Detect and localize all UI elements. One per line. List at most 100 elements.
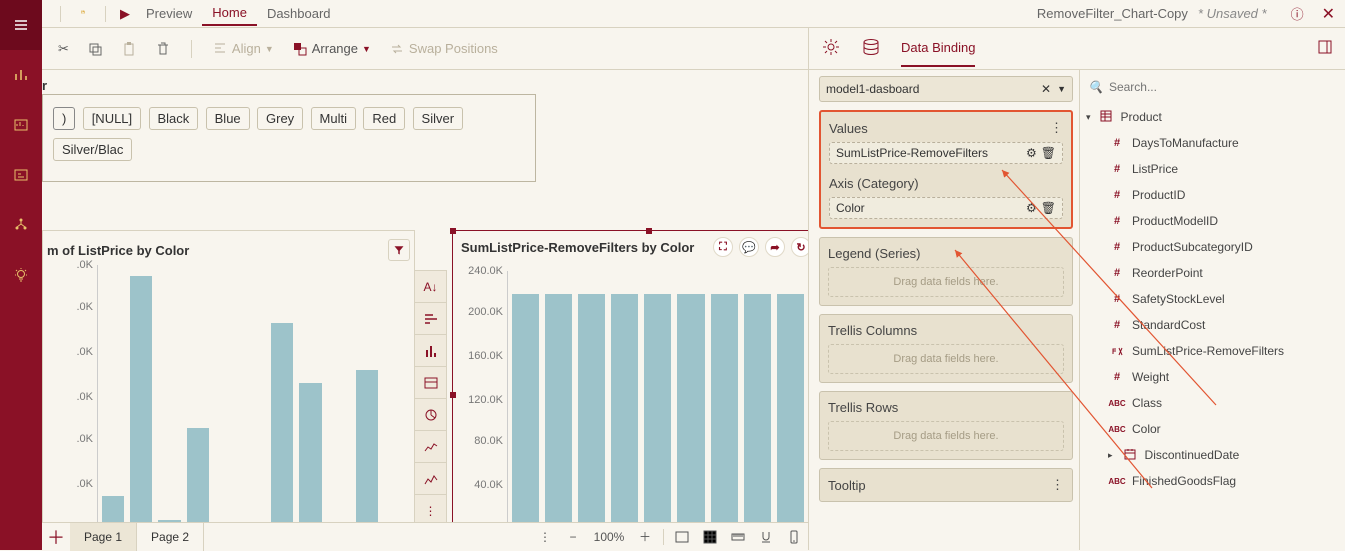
- trellis-cols-dropzone[interactable]: Drag data fields here.: [828, 344, 1064, 374]
- more-icon[interactable]: ⋮: [415, 495, 446, 522]
- mobile-icon[interactable]: [780, 523, 808, 551]
- data-binding-icon[interactable]: [861, 37, 881, 60]
- bar[interactable]: [644, 294, 671, 522]
- fit-icon[interactable]: [668, 523, 696, 551]
- hamburger-icon[interactable]: [0, 0, 42, 50]
- barh-icon[interactable]: [415, 303, 446, 335]
- model-selector[interactable]: model1-dasboard ✕ ▼: [819, 76, 1073, 102]
- collapse-panel-icon[interactable]: [1317, 39, 1333, 58]
- chart-listprice-by-color[interactable]: m of ListPrice by Color .0K .0K .0K .0K …: [42, 230, 415, 522]
- field-sumlistprice-removefilters[interactable]: SumListPrice-RemoveFilters: [1086, 338, 1339, 364]
- data-binding-tab[interactable]: Data Binding: [901, 30, 975, 67]
- paste-icon[interactable]: [117, 39, 141, 59]
- bar[interactable]: [187, 428, 209, 522]
- filter-icon[interactable]: [388, 239, 410, 261]
- chart-sumlistprice-removefilters[interactable]: SumListPrice-RemoveFilters by Color ⛶ 💬 …: [452, 230, 808, 522]
- filter-pill[interactable]: Silver/Blac: [53, 138, 132, 161]
- filter-pill[interactable]: Grey: [257, 107, 303, 130]
- field-daystomanufacture[interactable]: #DaysToManufacture: [1086, 130, 1339, 156]
- preview-tab[interactable]: Preview: [136, 2, 202, 25]
- snap-icon[interactable]: [752, 523, 780, 551]
- comment-icon[interactable]: 💬: [739, 237, 759, 257]
- field-discontinueddate[interactable]: ▸DiscontinuedDate: [1086, 442, 1339, 468]
- bar[interactable]: [677, 294, 704, 522]
- field-color[interactable]: ABCColor: [1086, 416, 1339, 442]
- field-safetystocklevel[interactable]: #SafetyStockLevel: [1086, 286, 1339, 312]
- settings-icon[interactable]: [821, 37, 841, 60]
- area-icon[interactable]: [415, 463, 446, 495]
- lightbulb-nav-icon[interactable]: [0, 250, 42, 300]
- hierarchy-nav-icon[interactable]: [0, 200, 42, 250]
- values-chip[interactable]: SumListPrice-RemoveFilters ⚙ 🗑: [829, 142, 1063, 164]
- align-dropdown[interactable]: Align ▼: [208, 39, 278, 59]
- zoom-level[interactable]: 100%: [587, 523, 631, 551]
- bar[interactable]: [356, 370, 378, 522]
- filter-pill[interactable]: Multi: [311, 107, 356, 130]
- barv-icon[interactable]: [415, 335, 446, 367]
- line-icon[interactable]: [415, 431, 446, 463]
- bar[interactable]: [271, 323, 293, 522]
- refresh-icon[interactable]: ↻: [791, 237, 808, 257]
- pie-icon[interactable]: [415, 399, 446, 431]
- bar[interactable]: [130, 276, 152, 522]
- chart-nav-icon[interactable]: [0, 50, 42, 100]
- field-productmodelid[interactable]: #ProductModelID: [1086, 208, 1339, 234]
- filter-pill[interactable]: Black: [149, 107, 199, 130]
- sort-icon[interactable]: A↓: [415, 271, 446, 303]
- axis-chip[interactable]: Color ⚙ 🗑: [829, 197, 1063, 219]
- field-reorderpoint[interactable]: #ReorderPoint: [1086, 260, 1339, 286]
- field-productsubcategoryid[interactable]: #ProductSubcategoryID: [1086, 234, 1339, 260]
- filter-pill[interactable]: Silver: [413, 107, 464, 130]
- field-standardcost[interactable]: #StandardCost: [1086, 312, 1339, 338]
- trash-icon[interactable]: 🗑: [1041, 201, 1056, 215]
- legend-dropzone[interactable]: Drag data fields here.: [828, 267, 1064, 297]
- copy-icon[interactable]: [83, 39, 107, 59]
- report-nav-icon[interactable]: [0, 100, 42, 150]
- field-productid[interactable]: #ProductID: [1086, 182, 1339, 208]
- swap-positions-button[interactable]: Swap Positions: [385, 39, 502, 59]
- page-options-icon[interactable]: ⋮: [531, 523, 559, 551]
- arrange-dropdown[interactable]: Arrange ▼: [288, 39, 375, 59]
- zoom-out-button[interactable]: −: [559, 523, 587, 551]
- grid-icon[interactable]: [696, 523, 724, 551]
- bar[interactable]: [578, 294, 605, 522]
- help-icon[interactable]: ⓘ: [1291, 4, 1304, 23]
- clear-model-icon[interactable]: ✕: [1041, 82, 1051, 96]
- trash-icon[interactable]: 🗑: [1041, 146, 1056, 160]
- play-icon[interactable]: ▶: [114, 2, 136, 26]
- bar[interactable]: [744, 294, 771, 522]
- share-icon[interactable]: ➦: [765, 237, 785, 257]
- filter-pill-all-fragment[interactable]: ): [53, 107, 75, 130]
- field-search-input[interactable]: [1109, 80, 1337, 94]
- page-tab[interactable]: Page 2: [137, 523, 204, 551]
- cut-icon[interactable]: ✂: [54, 39, 73, 59]
- table-node[interactable]: ▾ Product: [1086, 104, 1339, 130]
- delete-icon[interactable]: [151, 39, 175, 59]
- bar[interactable]: [512, 294, 539, 522]
- home-tab[interactable]: Home: [202, 1, 257, 26]
- page-tab[interactable]: Page 1: [70, 523, 137, 551]
- bar[interactable]: [711, 294, 738, 522]
- dashboard-tab[interactable]: Dashboard: [257, 2, 341, 25]
- gear-icon[interactable]: ⚙: [1026, 201, 1037, 215]
- bar[interactable]: [545, 294, 572, 522]
- table-icon[interactable]: [415, 367, 446, 399]
- field-listprice[interactable]: #ListPrice: [1086, 156, 1339, 182]
- filter-pill[interactable]: [NULL]: [83, 107, 141, 130]
- color-filter-card[interactable]: ) [NULL] Black Blue Grey Multi Red Silve…: [42, 94, 536, 182]
- bar[interactable]: [102, 496, 124, 522]
- bar[interactable]: [611, 294, 638, 522]
- dashboard-canvas[interactable]: r ) [NULL] Black Blue Grey Multi Red Sil…: [42, 70, 808, 522]
- close-icon[interactable]: ✕: [1322, 4, 1335, 24]
- save-icon[interactable]: [69, 0, 97, 27]
- add-page-button[interactable]: ＋: [42, 523, 70, 551]
- field-finishedgoodsflag[interactable]: ABCFinishedGoodsFlag: [1086, 468, 1339, 494]
- trellis-rows-dropzone[interactable]: Drag data fields here.: [828, 421, 1064, 451]
- ruler-icon[interactable]: [724, 523, 752, 551]
- fullscreen-icon[interactable]: ⛶: [713, 237, 733, 257]
- chevron-down-icon[interactable]: ▼: [1057, 84, 1066, 94]
- tooltip-options-icon[interactable]: ⋮: [1051, 477, 1064, 493]
- gear-icon[interactable]: ⚙: [1026, 146, 1037, 160]
- bar[interactable]: [777, 294, 804, 522]
- field-weight[interactable]: #Weight: [1086, 364, 1339, 390]
